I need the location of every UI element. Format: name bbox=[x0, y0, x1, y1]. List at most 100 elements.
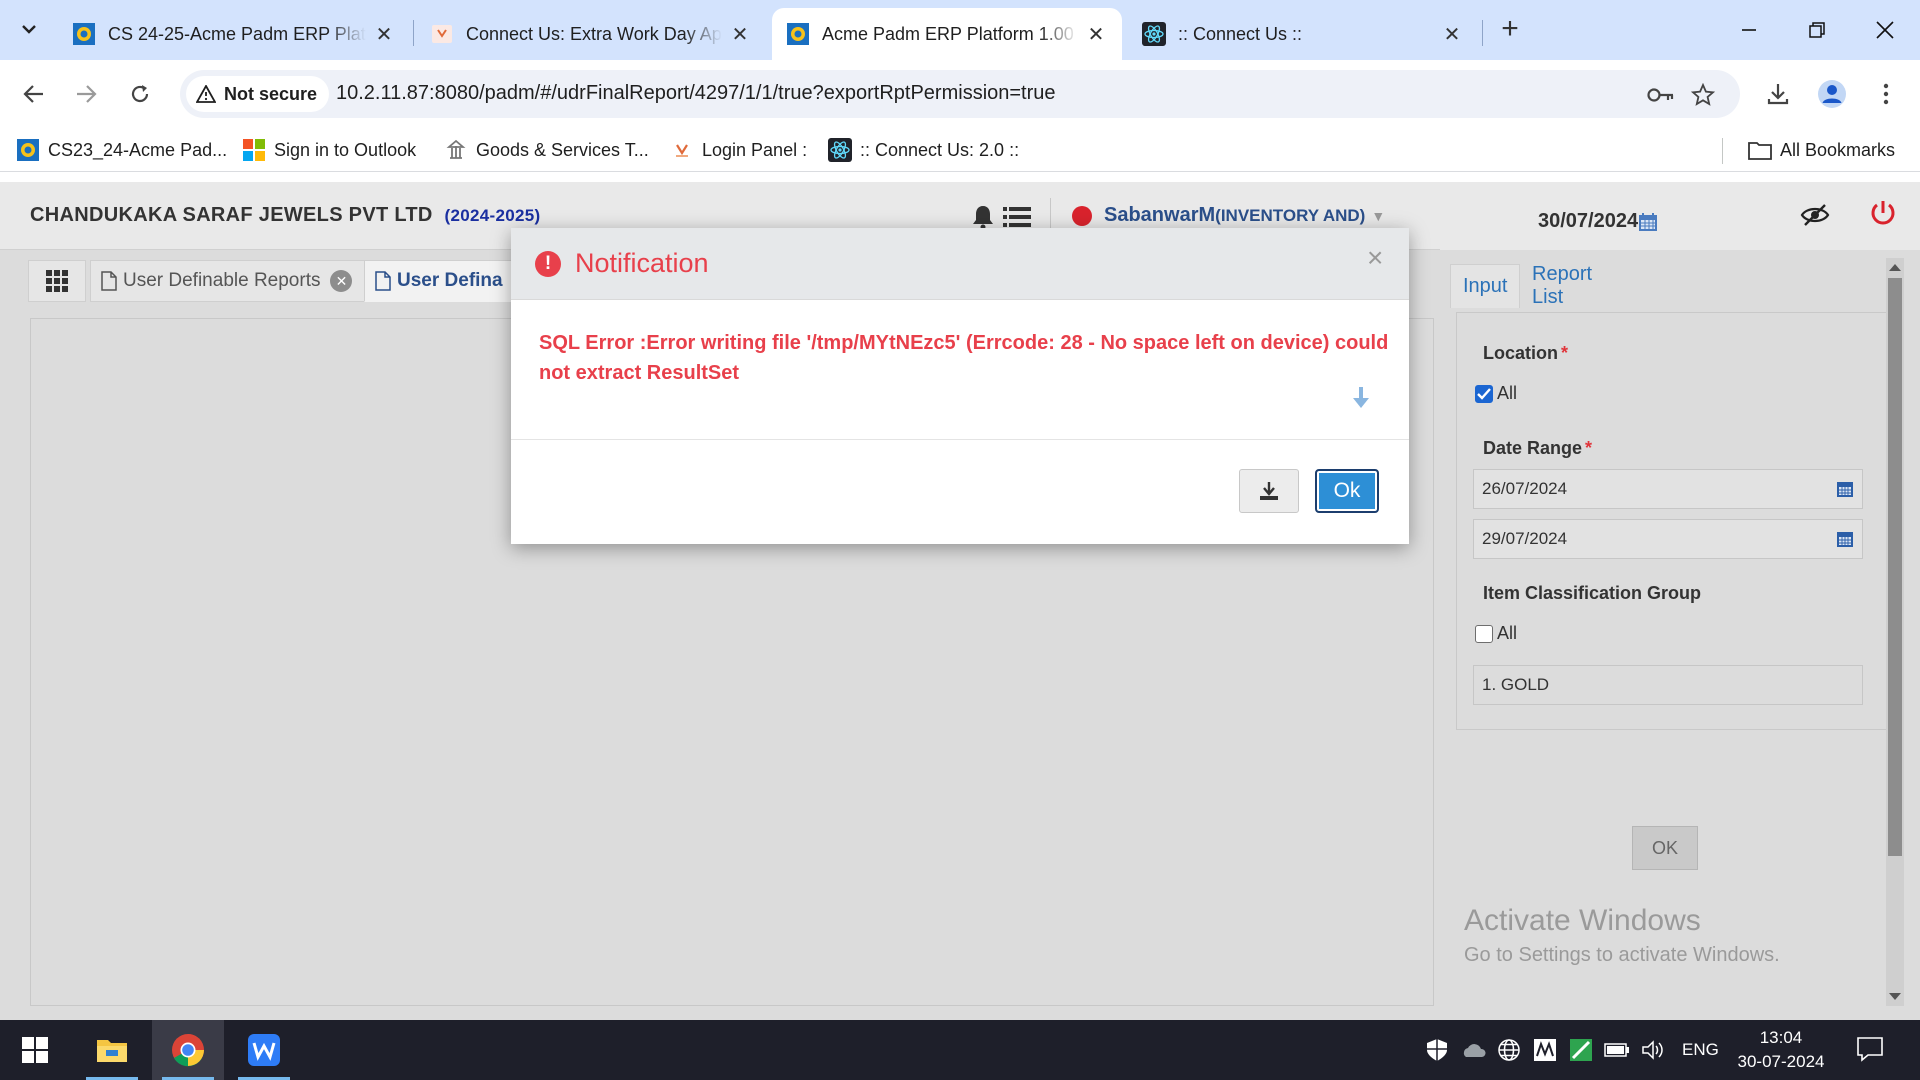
reload-button[interactable] bbox=[120, 74, 160, 114]
forward-button[interactable] bbox=[66, 74, 106, 114]
scroll-down-icon[interactable] bbox=[1889, 993, 1901, 1000]
warning-triangle-icon bbox=[196, 85, 216, 103]
password-key-button[interactable] bbox=[1646, 80, 1676, 110]
profile-button[interactable] bbox=[1812, 74, 1852, 114]
dialog-close-button[interactable]: × bbox=[1367, 242, 1383, 274]
apps-grid-button[interactable] bbox=[28, 260, 86, 302]
back-button[interactable] bbox=[14, 74, 54, 114]
downloads-button[interactable] bbox=[1758, 74, 1798, 114]
date-display[interactable]: 30/07/2024 bbox=[1538, 210, 1658, 233]
restore-icon bbox=[1809, 22, 1825, 38]
company-title: CHANDUKAKA SARAF JEWELS PVT LTD bbox=[30, 204, 433, 226]
app-tab-label: User Defina bbox=[397, 270, 503, 291]
required-asterisk: * bbox=[1561, 343, 1569, 363]
location-label-text: Location bbox=[1483, 343, 1558, 363]
close-tab-icon[interactable]: ✕ bbox=[330, 270, 353, 292]
microsoft-icon bbox=[242, 138, 266, 162]
browser-tab-1[interactable]: CS 24-25-Acme Padm ERP Platf ✕ bbox=[58, 8, 410, 60]
app-tab-label: User Definable Reports bbox=[123, 270, 321, 291]
item-group-label: Item Classification Group bbox=[1483, 583, 1701, 604]
bookmark-star-button[interactable] bbox=[1688, 80, 1718, 110]
close-icon[interactable]: ✕ bbox=[728, 22, 752, 47]
tab-report-list[interactable]: Report List bbox=[1520, 263, 1604, 308]
system-clock[interactable]: 13:04 30-07-2024 bbox=[1726, 1026, 1836, 1074]
taskbar-file-explorer[interactable] bbox=[76, 1020, 148, 1080]
input-language[interactable]: ENG bbox=[1682, 1040, 1719, 1060]
network-globe-icon[interactable] bbox=[1496, 1038, 1522, 1062]
tab-search-button[interactable] bbox=[10, 10, 48, 48]
user-role: (INVENTORY AND) bbox=[1215, 205, 1366, 225]
input-form: Location * All Date Range * 26/07/2024 29/… bbox=[1456, 312, 1888, 730]
tab-title: Connect Us: Extra Work Day Ap bbox=[466, 23, 722, 44]
browser-tab-2[interactable]: Connect Us: Extra Work Day Ap ✕ bbox=[416, 8, 766, 60]
address-bar[interactable]: Not secure 10.2.11.87:8080/padm/#/udrFin… bbox=[180, 70, 1740, 118]
exclamation-circle-icon: ! bbox=[535, 250, 561, 277]
close-icon[interactable]: ✕ bbox=[372, 22, 396, 47]
item-group-all-checkbox[interactable]: All bbox=[1475, 623, 1517, 644]
bookmark-item[interactable]: Sign in to Outlook bbox=[242, 136, 416, 164]
connect-logo-icon bbox=[430, 22, 454, 46]
toggle-visibility-button[interactable] bbox=[1800, 200, 1830, 230]
restore-button[interactable] bbox=[1794, 10, 1840, 50]
user-name: SabanwarM bbox=[1104, 204, 1216, 226]
bookmarks-separator bbox=[1722, 138, 1723, 164]
required-asterisk: * bbox=[1585, 438, 1593, 458]
date-from-field[interactable]: 26/07/2024 bbox=[1473, 469, 1863, 509]
new-tab-button[interactable]: + bbox=[1494, 14, 1526, 46]
logout-button[interactable] bbox=[1868, 198, 1898, 228]
download-error-button[interactable] bbox=[1239, 469, 1299, 513]
start-button[interactable] bbox=[0, 1020, 70, 1080]
app-tab-udr-list[interactable]: User Definable Reports ✕ bbox=[90, 260, 386, 302]
item-group-label-text: Item Classification Group bbox=[1483, 583, 1702, 603]
taskbar-chrome[interactable] bbox=[152, 1020, 224, 1080]
close-icon[interactable]: ✕ bbox=[1440, 22, 1464, 47]
tab-input[interactable]: Input bbox=[1450, 264, 1521, 308]
date-to-field[interactable]: 29/07/2024 bbox=[1473, 519, 1863, 559]
close-window-button[interactable] bbox=[1862, 10, 1908, 50]
bookmark-item[interactable]: :: Connect Us: 2.0 :: bbox=[828, 136, 1019, 164]
bookmark-label: CS23_24-Acme Pad... bbox=[48, 139, 228, 160]
kebab-menu-icon bbox=[1883, 83, 1889, 105]
minimize-button[interactable] bbox=[1726, 10, 1772, 50]
react-icon bbox=[828, 138, 852, 162]
bookmarks-bar: CS23_24-Acme Pad... Sign in to Outlook G… bbox=[0, 128, 1920, 172]
location-all-checkbox[interactable]: All bbox=[1475, 383, 1517, 404]
document-icon bbox=[101, 271, 117, 291]
item-group-select[interactable]: 1. GOLD bbox=[1473, 665, 1863, 705]
security-chip[interactable]: Not secure bbox=[186, 76, 330, 112]
ok-button[interactable]: OK bbox=[1632, 826, 1698, 870]
eye-slash-icon bbox=[1800, 204, 1830, 226]
user-menu[interactable]: SabanwarM (INVENTORY AND) ▼ bbox=[1072, 204, 1385, 227]
calendar-icon[interactable] bbox=[1836, 530, 1854, 548]
file-explorer-icon bbox=[97, 1040, 127, 1062]
battery-icon[interactable] bbox=[1604, 1038, 1630, 1062]
action-center-button[interactable] bbox=[1856, 1036, 1886, 1064]
date-range-label-text: Date Range bbox=[1483, 438, 1583, 458]
calendar-icon[interactable] bbox=[1836, 480, 1854, 498]
bookmark-item[interactable]: CS23_24-Acme Pad... bbox=[16, 136, 227, 164]
bookmark-item[interactable]: Goods & Services T... bbox=[444, 136, 649, 164]
windows-taskbar: ENG 13:04 30-07-2024 bbox=[0, 1020, 1920, 1080]
current-date: 30/07/2024 bbox=[1538, 210, 1639, 232]
erp-logo-icon bbox=[786, 22, 810, 46]
taskbar-wps-writer[interactable] bbox=[228, 1020, 300, 1080]
right-panel-scrollbar[interactable] bbox=[1886, 258, 1904, 1006]
browser-tab-4[interactable]: :: Connect Us :: ✕ bbox=[1128, 8, 1478, 60]
volume-icon[interactable] bbox=[1640, 1038, 1666, 1062]
tally-icon[interactable] bbox=[1532, 1038, 1558, 1062]
onedrive-icon[interactable] bbox=[1460, 1038, 1486, 1062]
dialog-ok-button[interactable]: Ok bbox=[1315, 469, 1379, 513]
browser-tab-3[interactable]: Acme Padm ERP Platform 1.00 2 ✕ bbox=[772, 8, 1122, 60]
expand-details-button[interactable] bbox=[1351, 386, 1371, 415]
clock-time: 13:04 bbox=[1759, 1028, 1803, 1047]
date-from-value: 26/07/2024 bbox=[1482, 479, 1568, 498]
close-icon[interactable]: ✕ bbox=[1084, 22, 1108, 47]
scrollbar-thumb[interactable] bbox=[1888, 278, 1902, 856]
all-bookmarks-button[interactable]: All Bookmarks bbox=[1748, 136, 1895, 164]
browser-menu-button[interactable] bbox=[1866, 74, 1906, 114]
dialog-title: ! Notification bbox=[535, 248, 709, 279]
security-tray-icon[interactable] bbox=[1424, 1038, 1450, 1062]
scroll-up-icon[interactable] bbox=[1889, 264, 1901, 271]
green-app-icon[interactable] bbox=[1568, 1038, 1594, 1062]
bookmark-item[interactable]: Login Panel : bbox=[670, 136, 807, 164]
